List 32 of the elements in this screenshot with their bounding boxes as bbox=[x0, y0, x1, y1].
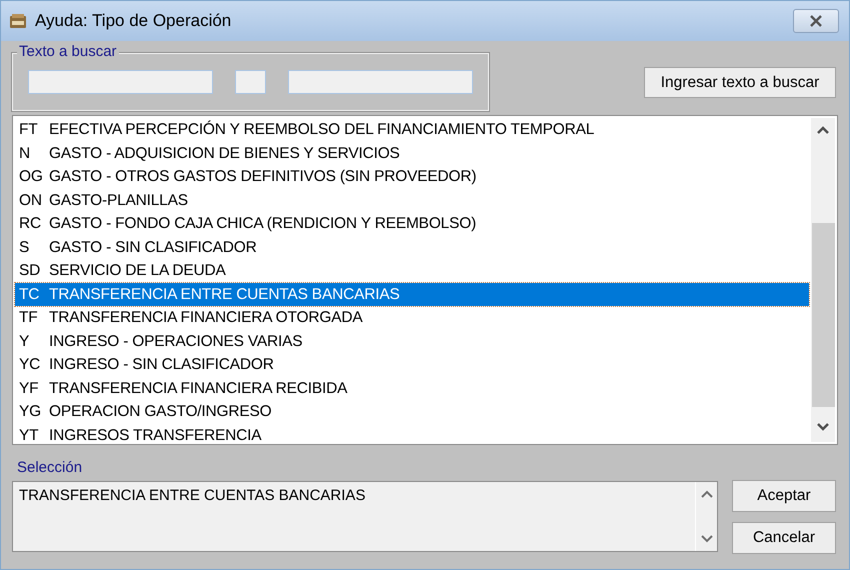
list-row[interactable]: YG OPERACION GASTO/INGRESO bbox=[15, 400, 809, 424]
dialog-button[interactable]: Aceptar bbox=[732, 480, 836, 512]
list-row[interactable]: OG GASTO - OTROS GASTOS DEFINITIVOS (SIN PROVEEDOR) bbox=[15, 165, 809, 188]
scrollbar-thumb[interactable] bbox=[812, 223, 834, 407]
list-row[interactable]: FT EFECTIVA PERCEPCIÓN Y REEMBOLSO DEL FINANCIAMIENTO TEMPORAL bbox=[15, 118, 809, 142]
list-row[interactable]: YT INGRESOS TRANSFERENCIA bbox=[15, 424, 809, 447]
list-row[interactable]: S GASTO - SIN CLASIFICADOR bbox=[15, 236, 809, 259]
search-field[interactable] bbox=[235, 70, 266, 94]
scrollbar[interactable] bbox=[811, 118, 835, 442]
scroll-up-icon[interactable] bbox=[817, 126, 829, 134]
list-row[interactable]: YF TRANSFERENCIA FINANCIERA RECIBIDA bbox=[15, 376, 809, 400]
scroll-down-icon[interactable] bbox=[817, 423, 829, 431]
close-icon bbox=[809, 15, 823, 27]
scroll-down-icon[interactable] bbox=[700, 535, 712, 543]
search-field[interactable] bbox=[288, 70, 473, 94]
search-button[interactable]: Ingresar texto a buscar bbox=[644, 67, 836, 98]
window-title: Ayuda: Tipo de Operación bbox=[35, 10, 232, 32]
app-icon bbox=[9, 13, 27, 29]
list-row[interactable]: RC GASTO - FONDO CAJA CHICA (RENDICION Y REEMBOLSO) bbox=[15, 212, 809, 236]
dialog-button[interactable]: Cancelar bbox=[732, 522, 836, 554]
list-row[interactable]: Y INGRESO - OPERACIONES VARIAS bbox=[15, 330, 809, 353]
selection-text: TRANSFERENCIA ENTRE CUENTAS BANCARIAS bbox=[18, 486, 366, 506]
list-row[interactable]: ON GASTO-PLANILLAS bbox=[15, 188, 809, 212]
scroll-up-icon[interactable] bbox=[700, 490, 712, 498]
search-field[interactable] bbox=[28, 70, 213, 94]
list-row[interactable]: TC TRANSFERENCIA ENTRE CUENTAS BANCARIAS bbox=[15, 282, 809, 306]
list-row[interactable]: TF TRANSFERENCIA FINANCIERA OTORGADA bbox=[15, 306, 809, 330]
close-button[interactable] bbox=[793, 9, 839, 33]
list-row[interactable]: N GASTO - ADQUISICION DE BIENES Y SERVICIOS bbox=[15, 142, 809, 165]
list-row[interactable]: YC INGRESO - SIN CLASIFICADOR bbox=[15, 353, 809, 376]
list-row[interactable]: SD SERVICIO DE LA DEUDA bbox=[15, 259, 809, 282]
selection-label: Selección bbox=[17, 459, 82, 477]
